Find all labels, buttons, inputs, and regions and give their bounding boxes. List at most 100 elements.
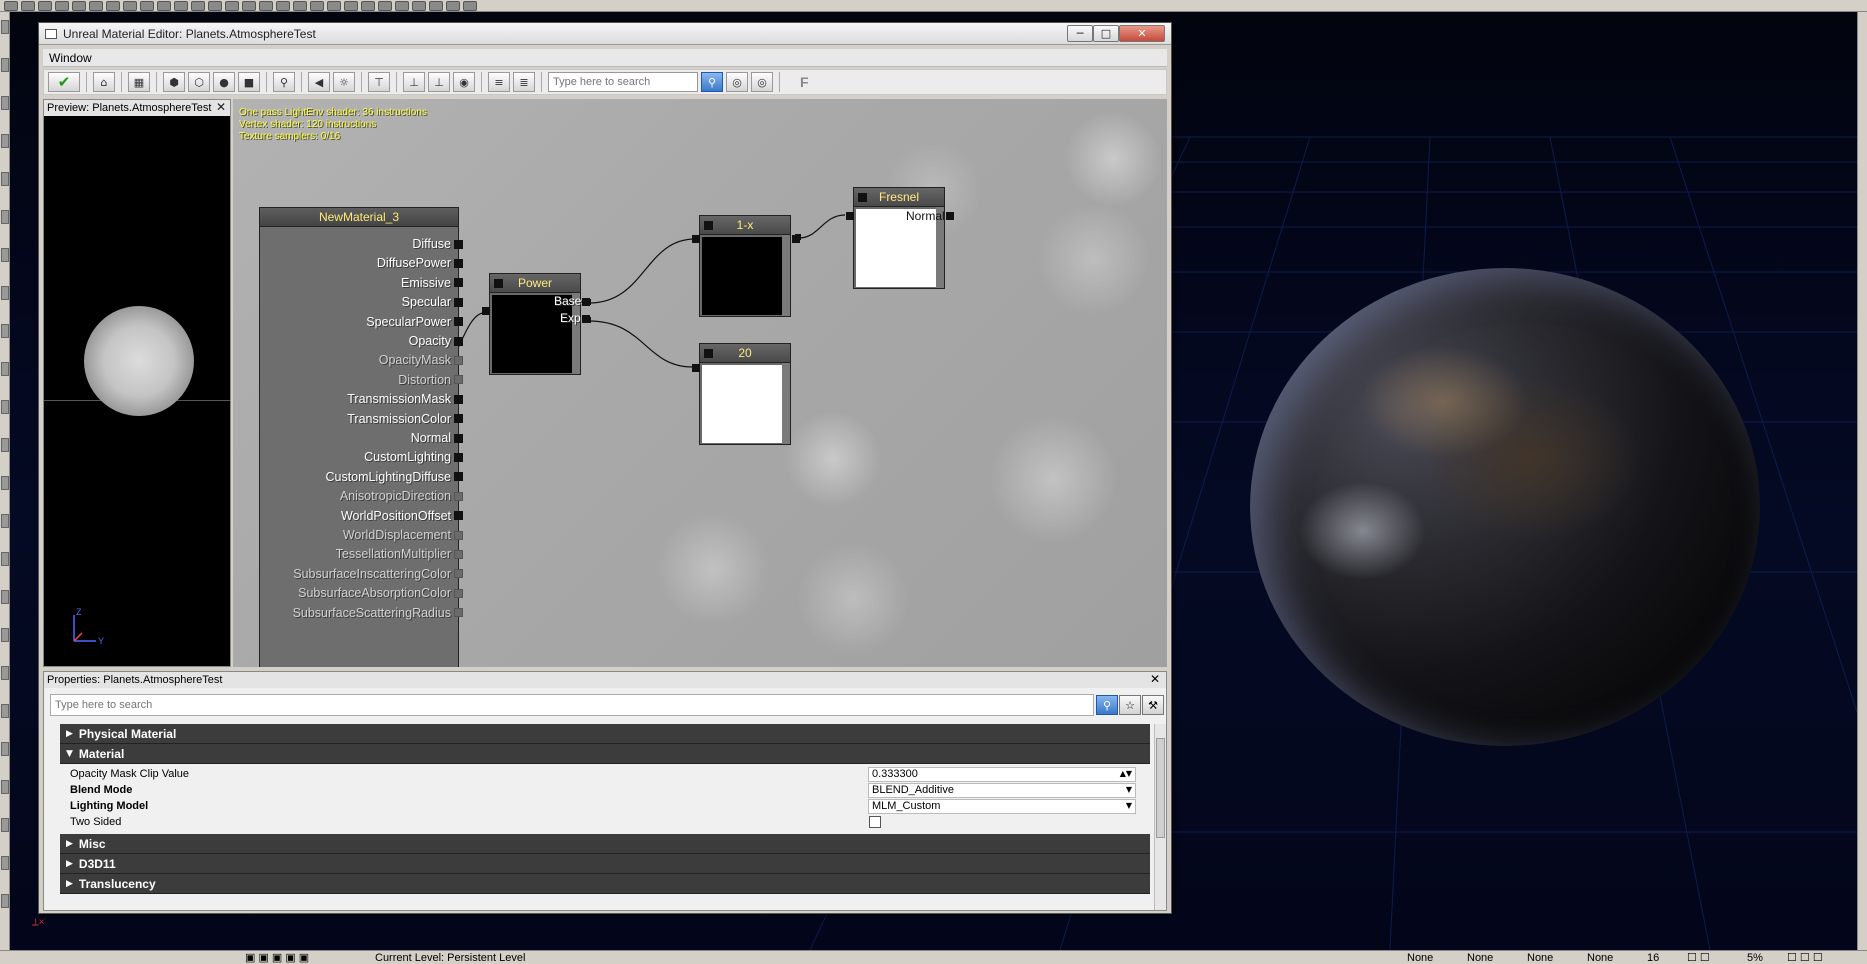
tool-icon[interactable] xyxy=(1,628,9,642)
tool-icon[interactable] xyxy=(1,666,9,680)
toolbar-icon[interactable] xyxy=(21,0,35,11)
planet-mesh[interactable] xyxy=(1250,268,1760,746)
one-minus-node-title[interactable]: 1-x xyxy=(699,215,791,235)
power-base-pin[interactable] xyxy=(582,298,590,306)
list-icon[interactable]: ≡ xyxy=(488,72,510,92)
apply-icon[interactable]: ✔ xyxy=(48,72,80,92)
grid-size[interactable]: 16 xyxy=(1647,952,1687,964)
toolbar-icon[interactable] xyxy=(344,0,358,11)
bulb-icon[interactable]: ☼ xyxy=(333,72,355,92)
toolbar-icon[interactable] xyxy=(208,0,222,11)
cylinder-icon[interactable]: ⬢ xyxy=(163,72,185,92)
material-input-pin-row[interactable]: Opacity xyxy=(260,332,463,350)
blend-mode-select[interactable]: BLEND_Additive ▼ xyxy=(868,782,1136,798)
power-node-title[interactable]: Power xyxy=(489,273,581,293)
status-field[interactable]: None xyxy=(1527,952,1587,964)
tool-icon[interactable] xyxy=(1,514,9,528)
toolbar-icon[interactable] xyxy=(361,0,375,11)
toolbar-icon[interactable] xyxy=(72,0,86,11)
toolbar-icon[interactable] xyxy=(157,0,171,11)
tool-icon[interactable] xyxy=(1,590,9,604)
category-material[interactable]: ▼ Material xyxy=(60,744,1150,764)
toolbar-icon[interactable] xyxy=(463,0,477,11)
constant-node-title[interactable]: 20 xyxy=(699,343,791,363)
material-input-pin[interactable] xyxy=(454,355,463,365)
toolbar-icon[interactable] xyxy=(174,0,188,11)
constant-node[interactable]: 20 xyxy=(692,343,791,445)
tool-icon[interactable] xyxy=(1,742,9,756)
material-input-pin[interactable] xyxy=(454,452,463,462)
tool-icon[interactable] xyxy=(1,704,9,718)
search-icon[interactable]: ⚲ xyxy=(701,72,723,92)
material-input-pin[interactable] xyxy=(454,569,463,579)
material-input-pin-row[interactable]: CustomLightingDiffuse xyxy=(260,468,463,486)
toolbar-icon[interactable] xyxy=(327,0,341,11)
fresnel-normal-pin[interactable] xyxy=(946,212,954,220)
material-input-pin-row[interactable]: SubsurfaceInscatteringColor xyxy=(260,565,463,583)
toolbar-icon[interactable] xyxy=(242,0,256,11)
category-misc[interactable]: ▶ Misc xyxy=(60,834,1150,854)
tool-icon[interactable] xyxy=(1,96,9,110)
material-input-pin-row[interactable]: Distortion xyxy=(260,371,463,389)
material-input-pin[interactable] xyxy=(454,433,463,443)
toolbar-search-input[interactable] xyxy=(548,72,698,92)
power-output-pin[interactable] xyxy=(482,307,490,315)
tool-icon[interactable] xyxy=(1,818,9,832)
tool-icon[interactable] xyxy=(1,362,9,376)
category-translucency[interactable]: ▶ Translucency xyxy=(60,874,1150,894)
fresnel-preview-toggle[interactable] xyxy=(858,193,867,202)
fresnel-node-title[interactable]: Fresnel xyxy=(853,187,945,207)
toolbar-icon[interactable] xyxy=(310,0,324,11)
toolbar-icon[interactable] xyxy=(429,0,443,11)
toolbar-icon[interactable] xyxy=(395,0,409,11)
home-icon[interactable]: ⌂ xyxy=(93,72,115,92)
tools-icon[interactable]: ⚒ xyxy=(1142,695,1164,715)
lighting-model-select[interactable]: MLM_Custom ▼ xyxy=(868,798,1136,814)
scrollbar-thumb[interactable] xyxy=(1156,738,1165,838)
material-input-pin[interactable] xyxy=(454,511,463,521)
material-input-pin-row[interactable]: SubsurfaceAbsorptionColor xyxy=(260,584,463,602)
layout-icon[interactable]: ⊥ xyxy=(403,72,425,92)
one-minus-preview-toggle[interactable] xyxy=(704,221,713,230)
tool-icon[interactable] xyxy=(1,58,9,72)
preview-close-button[interactable]: ✕ xyxy=(216,100,226,114)
material-input-pin[interactable] xyxy=(454,336,463,346)
toolbar-icon[interactable] xyxy=(4,0,18,11)
hlsl-icon[interactable]: ≣ xyxy=(513,72,535,92)
material-input-pin[interactable] xyxy=(454,530,463,540)
material-input-pin[interactable] xyxy=(454,317,463,327)
tool-icon[interactable] xyxy=(1,210,9,224)
sphere-icon[interactable]: ● xyxy=(213,72,235,92)
preview-pane[interactable]: Preview: Planets.AtmosphereTest ✕ Z Y xyxy=(43,99,231,667)
tool-icon[interactable] xyxy=(1,134,9,148)
material-node-title[interactable]: NewMaterial_3 xyxy=(259,207,459,227)
category-physical-material[interactable]: ▶ Physical Material xyxy=(60,724,1150,744)
material-input-pin[interactable] xyxy=(454,414,463,424)
toolbar-icon[interactable] xyxy=(276,0,290,11)
window-titlebar[interactable]: Unreal Material Editor: Planets.Atmosphe… xyxy=(39,23,1171,45)
material-input-pin[interactable] xyxy=(454,258,463,268)
properties-close-button[interactable]: ✕ xyxy=(1150,672,1160,686)
spinner-icon[interactable]: ▲▼ xyxy=(1120,769,1132,778)
material-input-pin-row[interactable]: DiffusePower xyxy=(260,254,463,272)
constant-preview-toggle[interactable] xyxy=(704,349,713,358)
find-icon[interactable]: ⊥ xyxy=(428,72,450,92)
material-input-pin-row[interactable]: WorldPositionOffset xyxy=(260,507,463,525)
menu-window[interactable]: Window xyxy=(49,51,92,65)
toolbar-icon[interactable] xyxy=(191,0,205,11)
material-input-pin[interactable] xyxy=(454,297,463,307)
opacity-mask-clip-field[interactable]: 0.333300 ▲▼ xyxy=(868,766,1136,782)
tool-icon[interactable] xyxy=(1,286,9,300)
status-field[interactable]: None xyxy=(1587,952,1647,964)
maximize-button[interactable]: □ xyxy=(1093,25,1119,42)
tool-icon[interactable] xyxy=(1,780,9,794)
power-node[interactable]: Power Base Exp xyxy=(482,273,590,375)
search-next-icon[interactable]: ◎ xyxy=(751,72,773,92)
material-input-pin[interactable] xyxy=(454,608,463,618)
material-input-pin[interactable] xyxy=(454,588,463,598)
material-input-pin-row[interactable]: TessellationMultiplier xyxy=(260,545,463,563)
toolbar-icon[interactable] xyxy=(140,0,154,11)
material-input-pin-row[interactable]: TransmissionColor xyxy=(260,410,463,428)
fresnel-node[interactable]: Fresnel Normal xyxy=(846,187,954,289)
status-field[interactable]: None xyxy=(1467,952,1527,964)
